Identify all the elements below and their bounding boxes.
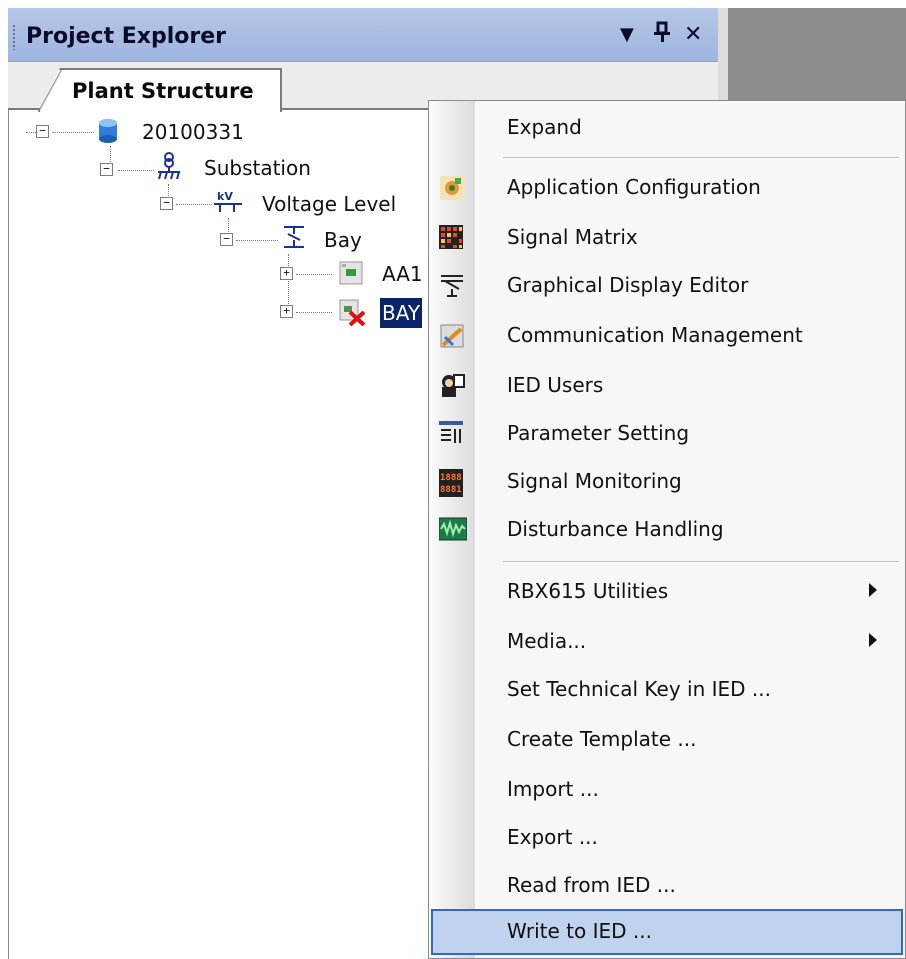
menu-item-label: Create Template ...	[507, 727, 697, 751]
substation-icon	[156, 152, 180, 180]
signal-monitoring-icon: 1888 8881	[439, 469, 463, 497]
svg-text:kV: kV	[217, 190, 233, 203]
menu-item-label: Export ...	[507, 825, 598, 849]
expand-icon[interactable]: +	[280, 305, 293, 318]
menu-item-import[interactable]: Import ...	[429, 767, 905, 813]
project-explorer-title-bar[interactable]: Project Explorer ▼ ✕	[8, 8, 718, 62]
application-configuration-icon	[439, 175, 464, 200]
menu-item-label: Set Technical Key in IED ...	[507, 677, 771, 701]
svg-text:1888: 1888	[440, 473, 462, 483]
communication-management-icon	[439, 323, 464, 348]
close-icon[interactable]: ✕	[684, 20, 702, 50]
tab-edge	[38, 68, 62, 112]
menu-item-label: Parameter Setting	[507, 421, 690, 445]
menu-item-application-configuration[interactable]: Application Configuration	[429, 165, 905, 211]
menu-item-ied-users[interactable]: IED Users	[429, 363, 905, 409]
tree-node-label: Bay	[324, 228, 362, 252]
menu-item-label: Disturbance Handling	[507, 517, 724, 541]
menu-item-label: Import ...	[507, 777, 599, 801]
menu-item-communication-management[interactable]: Communication Management	[429, 313, 905, 359]
tree-node-label: Substation	[204, 156, 311, 180]
menu-item-set-technical-key[interactable]: Set Technical Key in IED ...	[429, 667, 905, 713]
menu-item-signal-matrix[interactable]: Signal Matrix	[429, 215, 905, 261]
menu-item-label: Application Configuration	[507, 175, 761, 199]
menu-item-label: IED Users	[507, 373, 604, 397]
ied-users-icon	[439, 373, 465, 397]
tree-node-label: AA1	[382, 262, 423, 286]
grip-icon[interactable]	[12, 24, 16, 50]
tree-node-label: BAY	[380, 298, 423, 328]
menu-separator	[503, 157, 899, 159]
menu-item-label: Expand	[507, 115, 582, 139]
parameter-setting-icon	[439, 421, 463, 445]
collapse-icon[interactable]: −	[160, 197, 173, 210]
svg-text:8881: 8881	[440, 485, 462, 495]
collapse-icon[interactable]: −	[36, 125, 49, 138]
database-icon	[96, 118, 120, 143]
menu-item-label: Read from IED ...	[507, 873, 676, 897]
context-menu: Expand Application Configuration Signal …	[428, 100, 906, 959]
menu-item-label: Write to IED ...	[507, 919, 652, 943]
menu-item-parameter-setting[interactable]: Parameter Setting	[429, 411, 905, 457]
menu-item-label: Communication Management	[507, 323, 803, 347]
tab-plant-structure[interactable]: Plant Structure	[38, 68, 282, 112]
disturbance-handling-icon	[438, 517, 468, 541]
expand-icon[interactable]: +	[280, 267, 293, 280]
menu-item-label: RBX615 Utilities	[507, 579, 669, 603]
bay-icon	[282, 224, 306, 248]
collapse-icon[interactable]: −	[220, 233, 233, 246]
collapse-icon[interactable]: −	[100, 163, 113, 176]
menu-item-disturbance-handling[interactable]: Disturbance Handling	[429, 507, 905, 553]
submenu-arrow-icon	[869, 583, 877, 597]
tree-node-label: 20100331	[142, 120, 244, 144]
menu-separator	[503, 561, 899, 563]
panel-splitter[interactable]	[718, 8, 728, 100]
menu-item-signal-monitoring[interactable]: 1888 8881 Signal Monitoring	[429, 459, 905, 505]
pin-icon[interactable]	[653, 20, 671, 53]
dropdown-icon[interactable]: ▼	[620, 20, 634, 50]
menu-item-create-template[interactable]: Create Template ...	[429, 717, 905, 763]
menu-item-label: Graphical Display Editor	[507, 273, 749, 297]
menu-item-media[interactable]: Media...	[429, 619, 905, 665]
menu-item-label: Signal Monitoring	[507, 469, 682, 493]
menu-item-write-to-ied[interactable]: Write to IED ...	[431, 909, 903, 955]
menu-item-label: Media...	[507, 629, 587, 653]
menu-item-rbx615-utilities[interactable]: RBX615 Utilities	[429, 569, 905, 615]
voltage-level-icon: kV	[214, 188, 242, 212]
tree-node-label: Voltage Level	[262, 192, 397, 216]
menu-item-label: Signal Matrix	[507, 225, 638, 249]
signal-matrix-icon	[439, 225, 463, 249]
ied-error-icon	[338, 298, 366, 327]
graphical-display-editor-icon	[439, 273, 463, 297]
submenu-arrow-icon	[869, 633, 877, 647]
menu-item-graphical-display-editor[interactable]: Graphical Display Editor	[429, 263, 905, 309]
menu-item-read-from-ied[interactable]: Read from IED ...	[429, 863, 905, 909]
panel-title: Project Explorer	[26, 24, 227, 49]
menu-item-expand[interactable]: Expand	[429, 105, 905, 151]
menu-item-export[interactable]: Export ...	[429, 815, 905, 861]
ied-icon	[338, 260, 363, 285]
